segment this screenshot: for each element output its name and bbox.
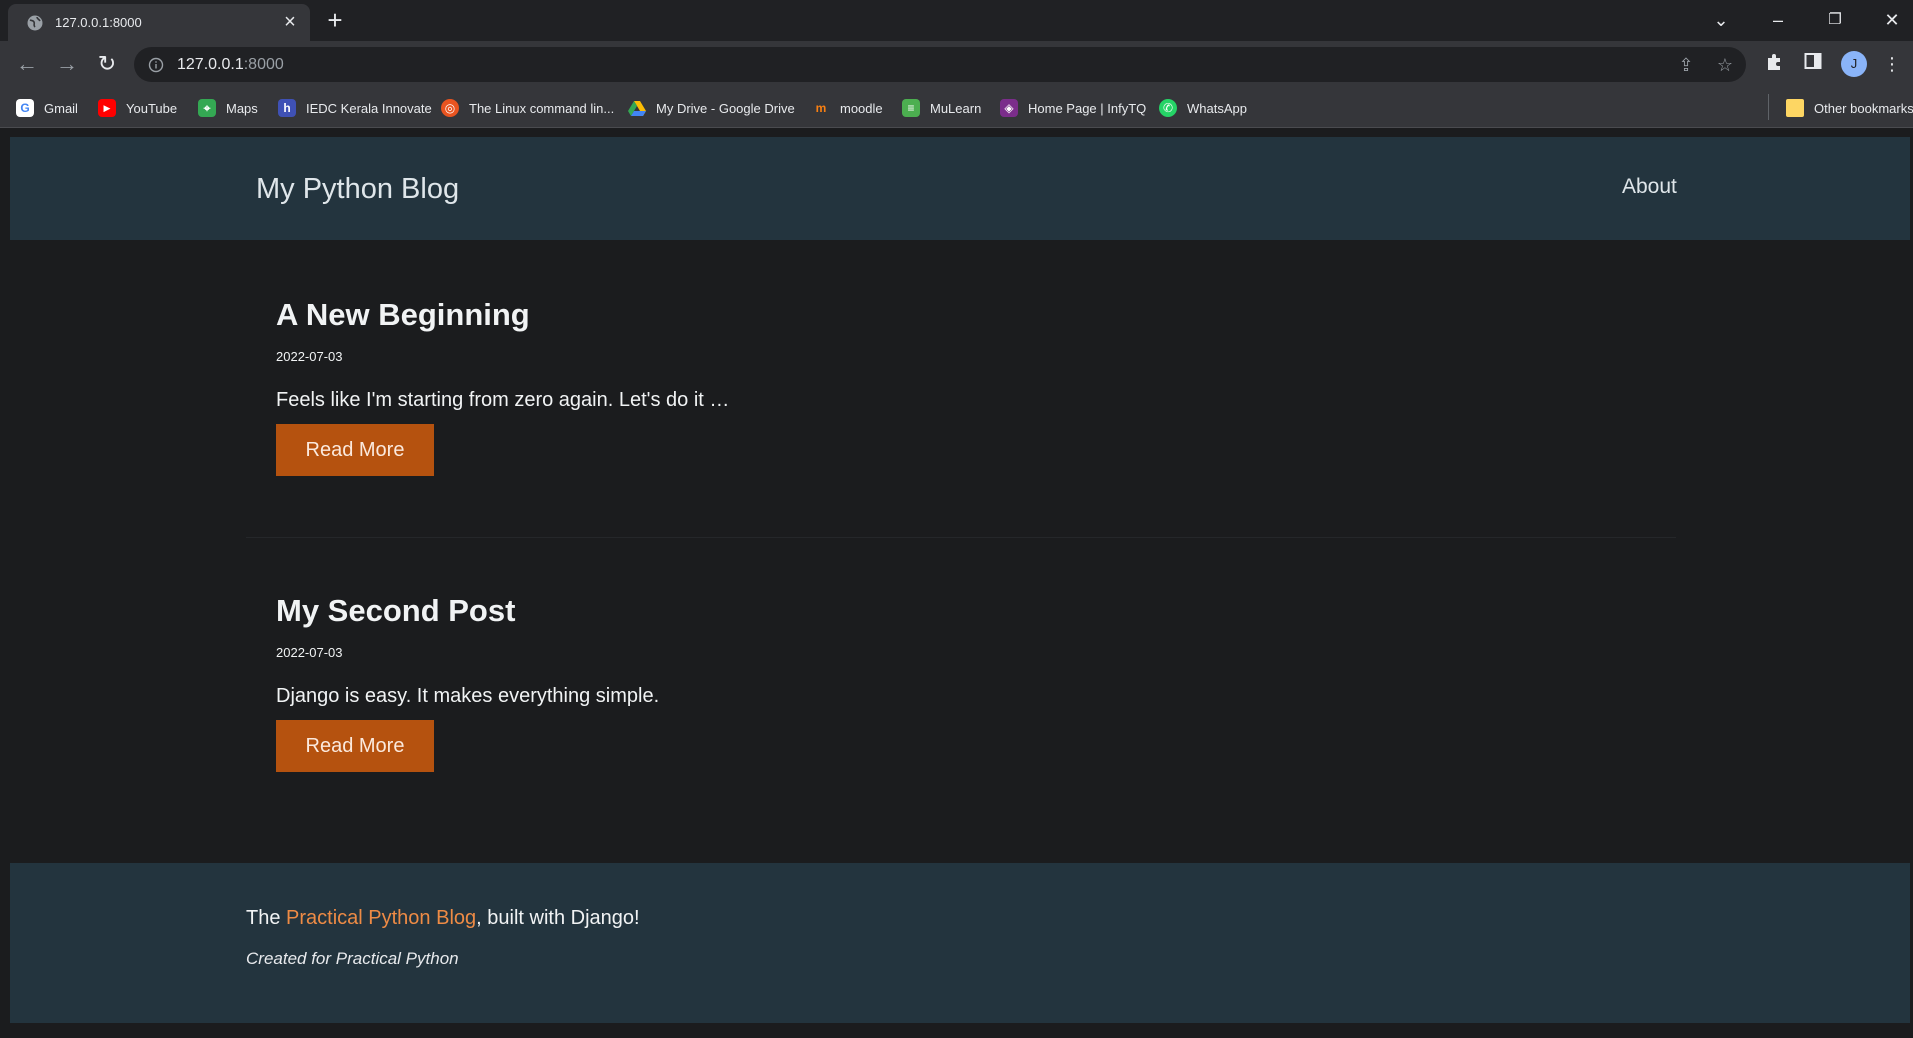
bookmark-label: moodle <box>840 100 883 116</box>
bookmark-label: YouTube <box>126 100 178 116</box>
post-divider <box>246 537 1676 538</box>
bookmark-infytq[interactable]: ◈ Home Page | InfyTQ <box>1000 97 1146 119</box>
share-icon[interactable]: ⇪ <box>1675 54 1697 76</box>
back-icon[interactable]: ← <box>14 51 40 77</box>
read-more-button[interactable]: Read More <box>276 424 434 476</box>
footer-suffix: , built with Django! <box>476 907 640 929</box>
youtube-icon: ▶ <box>98 99 116 117</box>
post-excerpt: Feels like I'm starting from zero again.… <box>276 389 730 411</box>
bookmark-mulearn[interactable]: ≡ MuLearn <box>902 97 981 119</box>
bookmark-maps[interactable]: ⌖ Maps <box>198 97 258 119</box>
bookmark-label: The Linux command lin... <box>469 100 615 116</box>
bookmark-label: My Drive - Google Drive <box>656 100 795 116</box>
post-excerpt: Django is easy. It makes everything simp… <box>276 685 660 707</box>
site-header: My Python Blog About <box>10 137 1910 240</box>
post-date: 2022-07-03 <box>276 349 343 364</box>
bookmark-gmail[interactable]: G Gmail <box>16 97 78 119</box>
site-footer: The Practical Python Blog, built with Dj… <box>10 863 1910 1023</box>
bookmark-label: Home Page | InfyTQ <box>1028 100 1147 116</box>
bookmark-label: Gmail <box>44 100 78 116</box>
side-panel-icon[interactable] <box>1801 52 1825 76</box>
tab-search-icon[interactable]: ⌄ <box>1707 6 1735 34</box>
folder-icon <box>1786 99 1804 117</box>
footer-credit: The Practical Python Blog, built with Dj… <box>246 907 640 930</box>
bookmark-google-drive[interactable]: My Drive - Google Drive <box>628 97 795 119</box>
whatsapp-icon: ✆ <box>1159 99 1177 117</box>
maps-icon: ⌖ <box>198 99 216 117</box>
ubuntu-icon: ◎ <box>441 99 459 117</box>
bookmark-iedc[interactable]: h IEDC Kerala Innovate <box>278 97 432 119</box>
footer-subtitle: Created for Practical Python <box>246 949 459 968</box>
moodle-icon: m <box>815 101 827 115</box>
menu-icon[interactable]: ⋮ <box>1880 52 1904 76</box>
forward-icon[interactable]: → <box>54 51 80 77</box>
site-title-link[interactable]: My Python Blog <box>256 173 459 206</box>
nav-about-link[interactable]: About <box>1622 175 1677 199</box>
tab-title: 127.0.0.1:8000 <box>55 15 142 30</box>
bookmark-moodle[interactable]: m moodle <box>812 97 883 119</box>
star-icon[interactable]: ☆ <box>1714 54 1736 76</box>
infytq-icon: ◈ <box>1000 99 1018 117</box>
bookmark-youtube[interactable]: ▶ YouTube <box>98 97 177 119</box>
bookmark-label: Maps <box>226 100 258 116</box>
tab-strip: 127.0.0.1:8000 × + ⌄ – ❐ ✕ <box>0 0 1913 41</box>
other-bookmarks-label: Other bookmarks <box>1814 100 1913 116</box>
close-window-icon[interactable]: ✕ <box>1878 6 1906 34</box>
extensions-icon[interactable] <box>1762 52 1786 76</box>
mulearn-icon: ≡ <box>902 99 920 117</box>
address-text: 127.0.0.1:8000 <box>177 56 284 73</box>
google-icon: G <box>16 99 34 117</box>
post-title[interactable]: My Second Post <box>276 593 515 629</box>
info-icon[interactable] <box>148 57 164 73</box>
other-bookmarks[interactable]: Other bookmarks <box>1786 97 1913 119</box>
address-bar[interactable]: 127.0.0.1:8000 ⇪ ☆ <box>134 47 1746 82</box>
bookmark-linux-command[interactable]: ◎ The Linux command lin... <box>441 97 614 119</box>
close-tab-icon[interactable]: × <box>280 12 300 32</box>
post-date: 2022-07-03 <box>276 645 343 660</box>
globe-icon <box>26 14 44 32</box>
minimize-icon[interactable]: – <box>1764 6 1792 34</box>
reload-icon[interactable]: ↻ <box>94 51 120 77</box>
browser-tab[interactable]: 127.0.0.1:8000 × <box>8 4 310 41</box>
profile-avatar[interactable]: J <box>1841 51 1867 77</box>
restore-icon[interactable]: ❐ <box>1821 6 1849 34</box>
drive-icon <box>628 99 646 117</box>
bookmark-label: MuLearn <box>930 100 982 116</box>
bookmark-label: IEDC Kerala Innovate <box>306 100 432 116</box>
page-viewport: My Python Blog About A New Beginning 202… <box>0 129 1913 1038</box>
bookmarks-separator <box>1768 94 1769 120</box>
new-tab-icon[interactable]: + <box>322 7 348 33</box>
iedc-icon: h <box>278 99 296 117</box>
bookmarks-bar: G Gmail ▶ YouTube ⌖ Maps h IEDC Kerala I… <box>0 88 1913 128</box>
browser-toolbar: ← → ↻ 127.0.0.1:8000 ⇪ ☆ J ⋮ <box>0 41 1913 88</box>
bookmark-label: WhatsApp <box>1187 100 1247 116</box>
bookmark-whatsapp[interactable]: ✆ WhatsApp <box>1159 97 1247 119</box>
post-title[interactable]: A New Beginning <box>276 297 530 333</box>
footer-prefix: The <box>246 907 287 929</box>
footer-blog-link[interactable]: Practical Python Blog <box>286 907 476 929</box>
read-more-button[interactable]: Read More <box>276 720 434 772</box>
